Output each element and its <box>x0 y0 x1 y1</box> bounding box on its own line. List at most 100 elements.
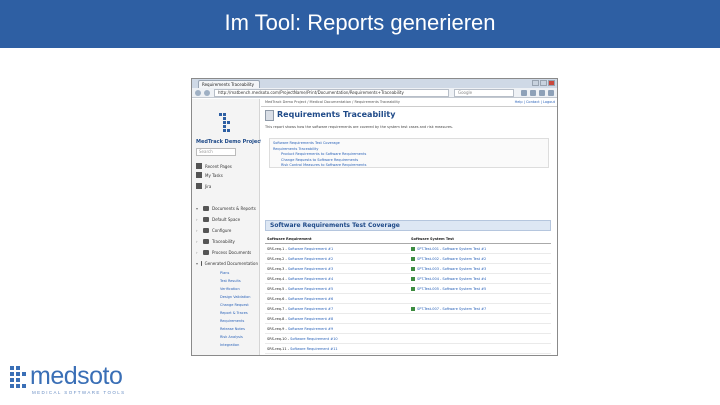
test-cell <box>411 324 551 333</box>
requirement-cell: SRS-req-7 - Software Requirement #7 <box>267 307 334 311</box>
requirement-id[interactable]: SRS-req-8 <box>267 317 284 321</box>
browser-tab[interactable]: Requirements Traceability <box>198 80 260 88</box>
test-cell <box>411 334 551 343</box>
requirement-id[interactable]: SRS-req-1 <box>267 247 284 251</box>
tree-item-root[interactable]: ▾ Documents & Reports <box>196 203 258 214</box>
menu-icon[interactable] <box>548 90 554 96</box>
requirement-id[interactable]: SRS-req-6 <box>267 297 284 301</box>
requirement-cell: SRS-req-6 - Software Requirement #6 <box>267 297 334 301</box>
test-link[interactable]: SPT-Test-007 - Software System Test #7 <box>417 307 486 311</box>
tree-item-label: Generated Documentation <box>204 261 258 266</box>
toc-link[interactable]: Risk Control Measures to Software Requir… <box>273 163 545 169</box>
chevron-right-icon[interactable]: › <box>196 217 200 222</box>
requirement-id[interactable]: SRS-req-9 <box>267 327 284 331</box>
requirement-title[interactable]: Software Requirement #6 <box>288 297 333 301</box>
tree-item-label: Process Documents <box>212 250 252 255</box>
chevron-right-icon[interactable]: › <box>196 239 200 244</box>
breadcrumb[interactable]: MedTrack Demo Project / Medical Document… <box>265 100 400 104</box>
requirement-title[interactable]: Software Requirement #8 <box>288 317 333 321</box>
minimize-icon[interactable] <box>532 80 539 86</box>
bookmark-icon[interactable] <box>521 90 527 96</box>
chevron-right-icon[interactable]: › <box>196 250 200 255</box>
test-link[interactable]: SPT-Test-002 - Software System Test #2 <box>417 257 486 261</box>
folder-icon <box>201 261 202 266</box>
tree-item-label: Default Space <box>212 217 241 222</box>
requirement-title[interactable]: Software Requirement #3 <box>288 267 333 271</box>
home-icon[interactable] <box>539 90 545 96</box>
test-link[interactable]: SPT-Test-003 - Software System Test #3 <box>417 267 486 271</box>
tree-subitem[interactable]: Release Notes <box>196 325 258 333</box>
tree-item[interactable]: › Configure <box>196 225 258 236</box>
top-links[interactable]: Help | Contact | Logout <box>515 100 555 104</box>
test-link[interactable]: SPT-Test-005 - Software System Test #5 <box>417 287 486 291</box>
tree-subitem[interactable]: Requirements <box>196 317 258 325</box>
requirement-cell: SRS-req-12 - Software Requirement #12 <box>265 354 411 355</box>
tree-subitem[interactable]: Integration <box>196 341 258 349</box>
tree-subitem[interactable]: Verification <box>196 285 258 293</box>
tree-item[interactable]: › Default Space <box>196 214 258 225</box>
requirement-title[interactable]: Software Requirement #9 <box>288 327 333 331</box>
test-cell: SPT-Test-001 - Software System Test #1 <box>411 244 551 253</box>
requirement-title[interactable]: Software Requirement #10 <box>290 337 338 341</box>
table-row: SRS-req-7 - Software Requirement #7 SPT-T… <box>265 304 551 314</box>
requirement-cell: SRS-req-3 - Software Requirement #3 <box>267 267 334 271</box>
table-row: SRS-req-4 - Software Requirement #4 SPT-T… <box>265 274 551 284</box>
close-icon[interactable] <box>548 80 555 86</box>
slide: Im Tool: Reports generieren Requirements… <box>0 0 720 405</box>
requirement-id[interactable]: SRS-req-4 <box>267 277 284 281</box>
divider <box>261 106 557 107</box>
chevron-down-icon[interactable]: ▾ <box>196 206 200 211</box>
download-icon[interactable] <box>530 90 536 96</box>
tree-item[interactable]: › Process Documents <box>196 247 258 258</box>
test-link[interactable]: SPT-Test-001 - Software System Test #1 <box>417 247 486 251</box>
requirement-title[interactable]: Software Requirement #4 <box>288 277 333 281</box>
forward-icon[interactable] <box>204 90 210 96</box>
table-row: SRS-req-5 - Software Requirement #5 SPT-T… <box>265 284 551 294</box>
medsoto-logo-icon <box>10 366 26 392</box>
tree-subitem[interactable]: Report & Traces <box>196 309 258 317</box>
tree-subitem[interactable]: Plans <box>196 269 258 277</box>
sidebar-search-input[interactable]: Search <box>196 148 236 156</box>
back-icon[interactable] <box>195 90 201 96</box>
sidebar-item-recent[interactable]: Recent Pages <box>196 163 232 169</box>
sidebar-item-tasks[interactable]: My Tasks <box>196 172 223 178</box>
requirement-title[interactable]: Software Requirement #2 <box>288 257 333 261</box>
requirement-id[interactable]: SRS-req-2 <box>267 257 284 261</box>
table-row: SRS-req-11 - Software Requirement #11 <box>265 344 551 354</box>
test-cell: SPT-Test-002 - Software System Test #2 <box>411 254 551 263</box>
chevron-down-icon[interactable]: ▾ <box>196 261 198 266</box>
requirement-id[interactable]: SRS-req-3 <box>267 267 284 271</box>
requirement-title[interactable]: Software Requirement #5 <box>288 287 333 291</box>
table-row: SRS-req-1 - Software Requirement #1 SPT-T… <box>265 244 551 254</box>
browser-search-input[interactable]: Google <box>454 89 514 97</box>
sidebar-item-label: Recent Pages <box>205 163 232 169</box>
tree-subitem[interactable]: Design Validation <box>196 293 258 301</box>
requirement-id[interactable]: SRS-req-11 <box>267 347 287 351</box>
clock-icon <box>196 163 202 169</box>
test-cell <box>411 314 551 323</box>
tree-subitem[interactable]: Change Request <box>196 301 258 309</box>
sidebar-item-jira[interactable]: Jira <box>196 183 211 189</box>
test-cell <box>411 294 551 303</box>
tree-subitem[interactable]: Risk Analysis <box>196 333 258 341</box>
requirement-id[interactable]: SRS-req-10 <box>267 337 287 341</box>
check-icon <box>411 247 415 251</box>
requirement-cell: SRS-req-8 - Software Requirement #8 <box>267 317 334 321</box>
test-link[interactable]: SPT-Test-004 - Software System Test #4 <box>417 277 486 281</box>
project-logo-icon <box>219 113 231 133</box>
maximize-icon[interactable] <box>540 80 547 86</box>
chevron-right-icon[interactable]: › <box>196 228 200 233</box>
folder-icon <box>203 239 209 244</box>
requirement-id[interactable]: SRS-req-7 <box>267 307 284 311</box>
requirement-title[interactable]: Software Requirement #11 <box>290 347 338 351</box>
project-name[interactable]: MedTrack Demo Project <box>196 139 263 145</box>
tree-item[interactable]: ▾ Generated Documentation <box>196 258 258 269</box>
check-icon <box>411 267 415 271</box>
url-input[interactable]: http://matbench.medsoto.com/ProjectName/… <box>214 89 449 97</box>
tree-subitem[interactable]: Test Results <box>196 277 258 285</box>
requirement-title[interactable]: Software Requirement #7 <box>288 307 333 311</box>
window-controls <box>532 80 555 86</box>
requirement-title[interactable]: Software Requirement #1 <box>288 247 333 251</box>
tree-item[interactable]: › Traceability <box>196 236 258 247</box>
requirement-id[interactable]: SRS-req-5 <box>267 287 284 291</box>
